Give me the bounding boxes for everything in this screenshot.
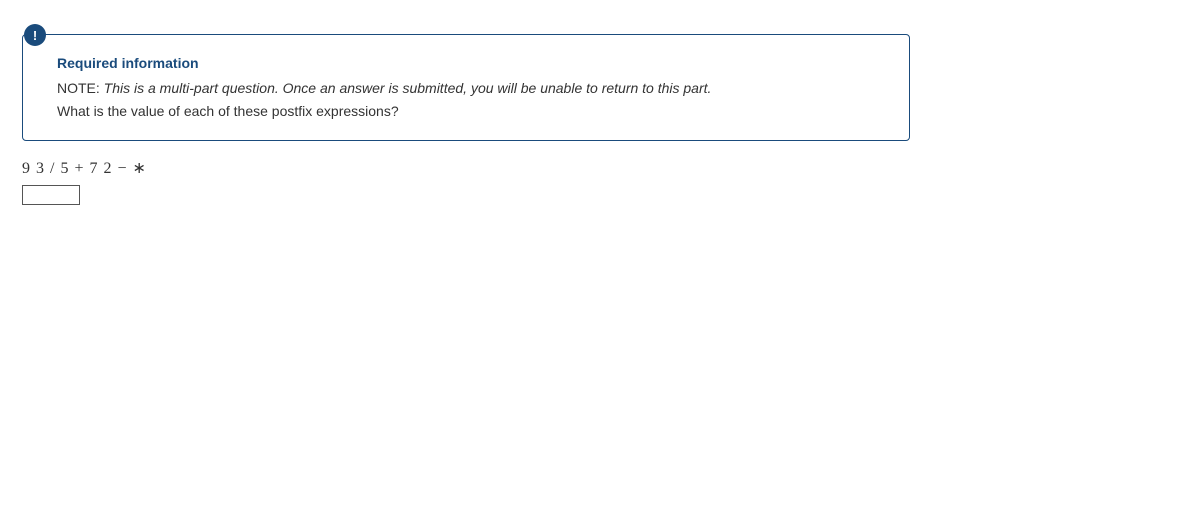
postfix-expression: 9 3 / 5 + 7 2 − ∗ bbox=[22, 158, 147, 178]
alert-icon-glyph: ! bbox=[33, 28, 37, 43]
required-info-box: Required information NOTE: This is a mul… bbox=[22, 34, 910, 141]
note-prefix: NOTE: bbox=[57, 80, 100, 96]
question-text: What is the value of each of these postf… bbox=[57, 101, 891, 122]
note-line: NOTE: This is a multi-part question. Onc… bbox=[57, 79, 891, 99]
note-body: This is a multi-part question. Once an a… bbox=[104, 80, 712, 96]
required-heading: Required information bbox=[57, 55, 891, 71]
answer-input[interactable] bbox=[22, 185, 80, 205]
alert-icon: ! bbox=[24, 24, 46, 46]
